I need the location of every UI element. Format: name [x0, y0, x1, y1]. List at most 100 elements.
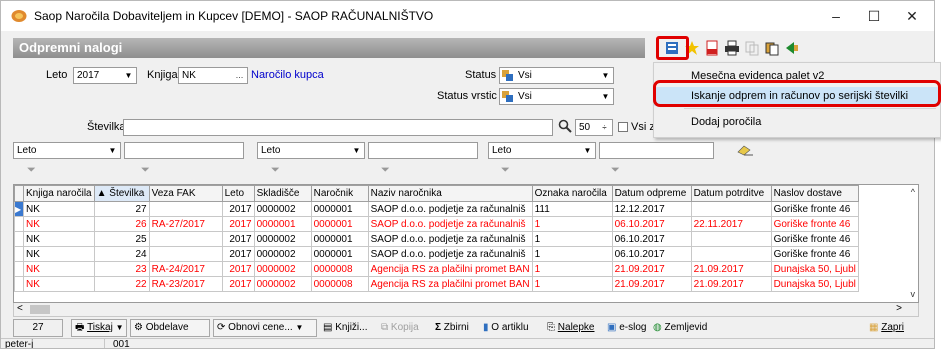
column-header-sorted[interactable]: ▲ Številka	[93, 185, 150, 202]
table-cell[interactable]: NK	[23, 276, 95, 292]
o-artiklu-button[interactable]: ▮ O artiklu	[479, 319, 533, 337]
zapri-button[interactable]: ▦ Zapri	[865, 319, 908, 337]
table-cell[interactable]: 1	[531, 231, 613, 247]
table-row[interactable]: NK 25 2017 0000002 0000001 SAOP d.o.o. p…	[14, 231, 859, 247]
table-cell[interactable]	[690, 201, 772, 217]
table-cell[interactable]: Agencija RS za plačilni promet BAN	[367, 261, 533, 277]
funnel-icon[interactable]: ⏷	[611, 164, 620, 177]
table-cell[interactable]: 1	[531, 261, 613, 277]
table-cell[interactable]	[690, 231, 772, 247]
table-cell[interactable]	[148, 246, 223, 262]
column-header[interactable]: Datum potrditve	[690, 185, 772, 202]
table-cell[interactable]: Dunajska 50, Ljubl	[770, 261, 859, 277]
table-cell[interactable]: 0000001	[310, 216, 369, 232]
table-cell[interactable]: RA-23/2017	[148, 276, 223, 292]
table-cell[interactable]: 2017	[221, 231, 255, 247]
table-cell[interactable]: SAOP d.o.o. podjetje za računalniš	[367, 246, 533, 262]
table-cell[interactable]: 23	[93, 261, 150, 277]
zemljevid-button[interactable]: ◍ Zemljevid	[649, 319, 711, 337]
column-filter-input-1[interactable]	[124, 142, 244, 159]
table-cell[interactable]: NK	[23, 246, 95, 262]
eraser-icon[interactable]	[736, 144, 754, 156]
table-cell[interactable]	[148, 201, 223, 217]
column-filter-select-1[interactable]: Leto ▼	[13, 142, 121, 159]
table-cell[interactable]: 0000002	[253, 246, 312, 262]
table-cell[interactable]: 26	[93, 216, 150, 232]
table-cell[interactable]: 2017	[221, 246, 255, 262]
table-cell[interactable]: RA-24/2017	[148, 261, 223, 277]
knjiga-link[interactable]: Naročilo kupca	[251, 69, 324, 81]
table-cell[interactable]: 0000008	[310, 276, 369, 292]
close-button[interactable]: ✕	[892, 1, 932, 31]
funnel-icon[interactable]: ⏷	[27, 164, 36, 177]
table-cell[interactable]: 0000008	[310, 261, 369, 277]
table-cell[interactable]: NK	[23, 261, 95, 277]
e-slog-button[interactable]: ▣ e-slog	[603, 319, 650, 337]
column-filter-input-2[interactable]	[368, 142, 478, 159]
table-cell[interactable]: Goriške fronte 46	[770, 231, 859, 247]
funnel-icon[interactable]: ⏷	[141, 164, 150, 177]
column-header[interactable]: Naziv naročnika	[367, 185, 533, 202]
scroll-up-icon[interactable]: ^	[911, 187, 915, 197]
minimize-button[interactable]: –	[816, 1, 856, 31]
spin-icon[interactable]: ÷	[597, 120, 612, 135]
status-select[interactable]: Vsi ▼	[499, 67, 614, 84]
table-cell[interactable]: 1	[531, 216, 613, 232]
table-row[interactable]: NK 22 RA-23/2017 2017 0000002 0000008 Ag…	[14, 276, 859, 292]
column-header[interactable]: Datum odpreme	[611, 185, 692, 202]
pdf-icon[interactable]	[704, 40, 720, 56]
zbirni-button[interactable]: Σ Zbirni	[431, 319, 473, 337]
table-cell[interactable]: 1	[531, 246, 613, 262]
column-filter-select-3[interactable]: Leto ▼	[488, 142, 596, 159]
table-cell[interactable]	[148, 231, 223, 247]
scroll-left-icon[interactable]: <	[17, 303, 23, 314]
table-cell[interactable]: 2017	[221, 216, 255, 232]
table-cell[interactable]: 2017	[221, 276, 255, 292]
table-cell[interactable]: Goriške fronte 46	[770, 216, 859, 232]
column-header[interactable]: Skladišče	[253, 185, 312, 202]
status-vrstic-select[interactable]: Vsi ▼	[499, 88, 614, 105]
table-cell[interactable]: 12.12.2017	[611, 201, 692, 217]
knjiga-input[interactable]: NK…	[178, 67, 248, 84]
table-row[interactable]: NK 26 RA-27/2017 2017 0000001 0000001 SA…	[14, 216, 859, 232]
table-cell[interactable]: 0000001	[253, 216, 312, 232]
menu-item-dodaj-porocila[interactable]: Dodaj poročila	[654, 113, 940, 132]
table-cell[interactable]: 21.09.2017	[690, 261, 772, 277]
table-cell[interactable]: NK	[23, 231, 95, 247]
obnovi-cene-button[interactable]: ⟳ Obnovi cene... ▼	[213, 319, 317, 337]
table-cell[interactable]: 0000001	[310, 231, 369, 247]
column-header[interactable]: Naslov dostave	[770, 185, 859, 202]
column-header[interactable]: Leto	[221, 185, 255, 202]
scrollbar-thumb[interactable]	[30, 305, 50, 314]
table-cell[interactable]: 0000001	[310, 246, 369, 262]
table-cell[interactable]: 2017	[221, 201, 255, 217]
column-header[interactable]: Naročnik	[310, 185, 369, 202]
nalepke-button[interactable]: ⎘ Nalepke	[543, 319, 598, 337]
table-cell[interactable]: RA-27/2017	[148, 216, 223, 232]
table-cell[interactable]: 27	[93, 201, 150, 217]
table-cell[interactable]: Agencija RS za plačilni promet BAN	[367, 276, 533, 292]
table-cell[interactable]: 0000002	[253, 231, 312, 247]
table-cell[interactable]	[690, 246, 772, 262]
table-cell[interactable]: 21.09.2017	[611, 261, 692, 277]
table-cell[interactable]: 111	[531, 201, 613, 217]
table-cell[interactable]: 2017	[221, 261, 255, 277]
knjizi-button[interactable]: ▤ Knjiži...	[319, 319, 371, 337]
scroll-right-icon[interactable]: >	[896, 303, 902, 314]
table-cell[interactable]: Goriške fronte 46	[770, 246, 859, 262]
print-icon[interactable]	[724, 40, 740, 56]
table-cell[interactable]: 06.10.2017	[611, 246, 692, 262]
table-cell[interactable]: 24	[93, 246, 150, 262]
table-row[interactable]: NK 23 RA-24/2017 2017 0000002 0000008 Ag…	[14, 261, 859, 277]
column-header[interactable]: Veza FAK	[148, 185, 223, 202]
vsi-checkbox[interactable]	[618, 122, 628, 132]
table-cell[interactable]: NK	[23, 216, 95, 232]
column-filter-input-3[interactable]	[599, 142, 714, 159]
table-cell[interactable]: 0000002	[253, 261, 312, 277]
column-filter-select-2[interactable]: Leto ▼	[257, 142, 365, 159]
obdelave-button[interactable]: ⚙ Obdelave	[130, 319, 210, 337]
table-row[interactable]: NK 24 2017 0000002 0000001 SAOP d.o.o. p…	[14, 246, 859, 262]
table-cell[interactable]: 21.09.2017	[690, 276, 772, 292]
table-cell[interactable]: Goriške fronte 46	[770, 201, 859, 217]
table-cell[interactable]: 0000001	[310, 201, 369, 217]
